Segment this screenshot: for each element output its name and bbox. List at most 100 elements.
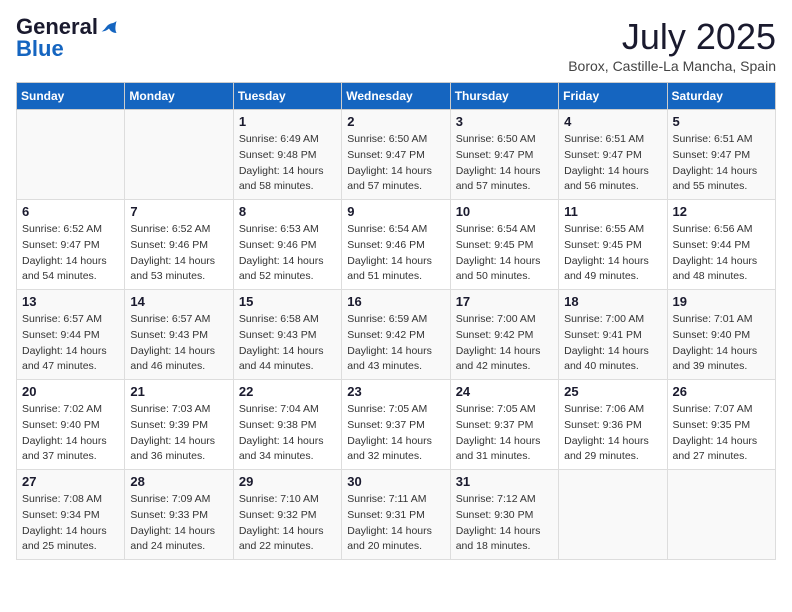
calendar-day-cell: 26 Sunrise: 7:07 AMSunset: 9:35 PMDayligh… — [667, 380, 775, 470]
location-text: Borox, Castille-La Mancha, Spain — [568, 58, 776, 74]
day-info: Sunrise: 6:54 AMSunset: 9:46 PMDaylight:… — [347, 222, 444, 285]
page-header: General Blue July 2025 Borox, Castille-L… — [16, 16, 776, 74]
day-number: 9 — [347, 204, 444, 219]
logo-bird-icon — [100, 18, 118, 36]
day-number: 5 — [673, 114, 770, 129]
calendar-header-row: SundayMondayTuesdayWednesdayThursdayFrid… — [17, 83, 776, 110]
calendar-day-cell: 29 Sunrise: 7:10 AMSunset: 9:32 PMDayligh… — [233, 470, 341, 560]
day-number: 1 — [239, 114, 336, 129]
calendar-day-cell: 19 Sunrise: 7:01 AMSunset: 9:40 PMDayligh… — [667, 290, 775, 380]
weekday-header: Saturday — [667, 83, 775, 110]
day-info: Sunrise: 6:52 AMSunset: 9:47 PMDaylight:… — [22, 222, 119, 285]
calendar-day-cell: 27 Sunrise: 7:08 AMSunset: 9:34 PMDayligh… — [17, 470, 125, 560]
day-number: 8 — [239, 204, 336, 219]
calendar-day-cell: 8 Sunrise: 6:53 AMSunset: 9:46 PMDaylight… — [233, 200, 341, 290]
day-info: Sunrise: 6:59 AMSunset: 9:42 PMDaylight:… — [347, 312, 444, 375]
calendar-day-cell — [17, 110, 125, 200]
day-info: Sunrise: 7:07 AMSunset: 9:35 PMDaylight:… — [673, 402, 770, 465]
calendar-week-row: 1 Sunrise: 6:49 AMSunset: 9:48 PMDaylight… — [17, 110, 776, 200]
day-info: Sunrise: 7:10 AMSunset: 9:32 PMDaylight:… — [239, 492, 336, 555]
day-number: 6 — [22, 204, 119, 219]
calendar-day-cell — [559, 470, 667, 560]
day-number: 4 — [564, 114, 661, 129]
day-number: 24 — [456, 384, 553, 399]
day-number: 15 — [239, 294, 336, 309]
day-info: Sunrise: 7:03 AMSunset: 9:39 PMDaylight:… — [130, 402, 227, 465]
calendar-day-cell: 14 Sunrise: 6:57 AMSunset: 9:43 PMDayligh… — [125, 290, 233, 380]
calendar-day-cell: 21 Sunrise: 7:03 AMSunset: 9:39 PMDayligh… — [125, 380, 233, 470]
day-info: Sunrise: 7:00 AMSunset: 9:42 PMDaylight:… — [456, 312, 553, 375]
calendar-day-cell: 13 Sunrise: 6:57 AMSunset: 9:44 PMDayligh… — [17, 290, 125, 380]
calendar-day-cell: 10Sunrise: 6:54 AMSunset: 9:45 PMDayligh… — [450, 200, 558, 290]
day-number: 23 — [347, 384, 444, 399]
calendar-day-cell: 18 Sunrise: 7:00 AMSunset: 9:41 PMDayligh… — [559, 290, 667, 380]
day-number: 27 — [22, 474, 119, 489]
day-number: 20 — [22, 384, 119, 399]
day-info: Sunrise: 7:12 AMSunset: 9:30 PMDaylight:… — [456, 492, 553, 555]
day-info: Sunrise: 6:50 AMSunset: 9:47 PMDaylight:… — [347, 132, 444, 195]
weekday-header: Sunday — [17, 83, 125, 110]
weekday-header: Monday — [125, 83, 233, 110]
calendar-day-cell: 15 Sunrise: 6:58 AMSunset: 9:43 PMDayligh… — [233, 290, 341, 380]
day-info: Sunrise: 6:55 AMSunset: 9:45 PMDaylight:… — [564, 222, 661, 285]
day-info: Sunrise: 6:57 AMSunset: 9:43 PMDaylight:… — [130, 312, 227, 375]
day-number: 16 — [347, 294, 444, 309]
logo-blue-text: Blue — [16, 38, 64, 60]
calendar-day-cell: 7 Sunrise: 6:52 AMSunset: 9:46 PMDaylight… — [125, 200, 233, 290]
day-number: 2 — [347, 114, 444, 129]
day-number: 19 — [673, 294, 770, 309]
calendar-day-cell: 2 Sunrise: 6:50 AMSunset: 9:47 PMDaylight… — [342, 110, 450, 200]
day-number: 25 — [564, 384, 661, 399]
logo-general-text: General — [16, 16, 98, 38]
day-info: Sunrise: 7:00 AMSunset: 9:41 PMDaylight:… — [564, 312, 661, 375]
day-info: Sunrise: 6:49 AMSunset: 9:48 PMDaylight:… — [239, 132, 336, 195]
calendar-day-cell: 12 Sunrise: 6:56 AMSunset: 9:44 PMDayligh… — [667, 200, 775, 290]
day-info: Sunrise: 6:52 AMSunset: 9:46 PMDaylight:… — [130, 222, 227, 285]
day-info: Sunrise: 7:08 AMSunset: 9:34 PMDaylight:… — [22, 492, 119, 555]
weekday-header: Thursday — [450, 83, 558, 110]
day-info: Sunrise: 6:51 AMSunset: 9:47 PMDaylight:… — [564, 132, 661, 195]
calendar-day-cell: 23Sunrise: 7:05 AMSunset: 9:37 PMDayligh… — [342, 380, 450, 470]
day-info: Sunrise: 6:57 AMSunset: 9:44 PMDaylight:… — [22, 312, 119, 375]
day-info: Sunrise: 7:06 AMSunset: 9:36 PMDaylight:… — [564, 402, 661, 465]
calendar-week-row: 13 Sunrise: 6:57 AMSunset: 9:44 PMDayligh… — [17, 290, 776, 380]
calendar-day-cell: 6 Sunrise: 6:52 AMSunset: 9:47 PMDaylight… — [17, 200, 125, 290]
day-info: Sunrise: 7:01 AMSunset: 9:40 PMDaylight:… — [673, 312, 770, 375]
day-number: 7 — [130, 204, 227, 219]
day-number: 21 — [130, 384, 227, 399]
calendar-week-row: 27 Sunrise: 7:08 AMSunset: 9:34 PMDayligh… — [17, 470, 776, 560]
day-info: Sunrise: 6:58 AMSunset: 9:43 PMDaylight:… — [239, 312, 336, 375]
day-number: 22 — [239, 384, 336, 399]
day-number: 29 — [239, 474, 336, 489]
day-number: 31 — [456, 474, 553, 489]
day-info: Sunrise: 6:56 AMSunset: 9:44 PMDaylight:… — [673, 222, 770, 285]
calendar-day-cell: 1 Sunrise: 6:49 AMSunset: 9:48 PMDaylight… — [233, 110, 341, 200]
logo: General Blue — [16, 16, 118, 60]
month-title: July 2025 — [568, 16, 776, 58]
weekday-header: Friday — [559, 83, 667, 110]
calendar-day-cell: 11Sunrise: 6:55 AMSunset: 9:45 PMDayligh… — [559, 200, 667, 290]
day-info: Sunrise: 6:53 AMSunset: 9:46 PMDaylight:… — [239, 222, 336, 285]
day-info: Sunrise: 7:05 AMSunset: 9:37 PMDaylight:… — [456, 402, 553, 465]
title-block: July 2025 Borox, Castille-La Mancha, Spa… — [568, 16, 776, 74]
day-info: Sunrise: 7:02 AMSunset: 9:40 PMDaylight:… — [22, 402, 119, 465]
weekday-header: Wednesday — [342, 83, 450, 110]
day-number: 26 — [673, 384, 770, 399]
day-info: Sunrise: 7:04 AMSunset: 9:38 PMDaylight:… — [239, 402, 336, 465]
calendar-day-cell: 31 Sunrise: 7:12 AMSunset: 9:30 PMDayligh… — [450, 470, 558, 560]
calendar-day-cell: 5Sunrise: 6:51 AMSunset: 9:47 PMDaylight… — [667, 110, 775, 200]
day-number: 18 — [564, 294, 661, 309]
calendar-week-row: 20 Sunrise: 7:02 AMSunset: 9:40 PMDayligh… — [17, 380, 776, 470]
calendar-day-cell — [667, 470, 775, 560]
day-number: 13 — [22, 294, 119, 309]
day-number: 14 — [130, 294, 227, 309]
day-number: 3 — [456, 114, 553, 129]
calendar-day-cell: 24 Sunrise: 7:05 AMSunset: 9:37 PMDayligh… — [450, 380, 558, 470]
day-number: 12 — [673, 204, 770, 219]
day-number: 17 — [456, 294, 553, 309]
calendar-table: SundayMondayTuesdayWednesdayThursdayFrid… — [16, 82, 776, 560]
calendar-day-cell — [125, 110, 233, 200]
day-number: 30 — [347, 474, 444, 489]
calendar-day-cell: 30Sunrise: 7:11 AMSunset: 9:31 PMDayligh… — [342, 470, 450, 560]
day-info: Sunrise: 6:50 AMSunset: 9:47 PMDaylight:… — [456, 132, 553, 195]
